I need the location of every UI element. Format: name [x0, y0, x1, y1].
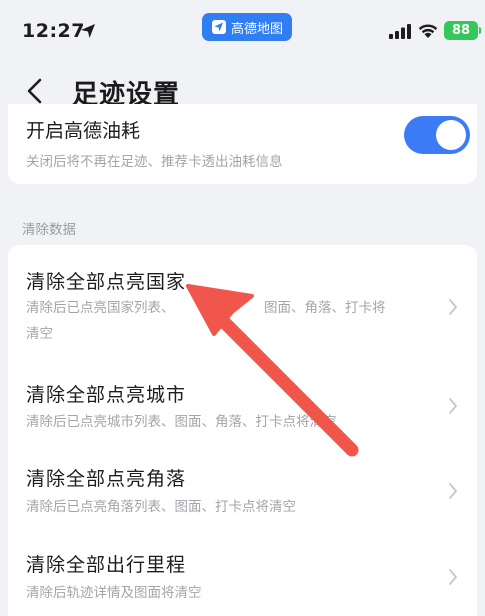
status-time: 12:27: [22, 20, 85, 42]
chevron-right-icon: [449, 398, 457, 414]
list-item-title: 清除全部点亮角落: [26, 468, 187, 490]
cellular-signal-icon: [389, 24, 411, 39]
list-item-clear-countries[interactable]: 清除全部点亮国家 清除后已点亮国家列表、 图面、角落、打卡将 清空: [8, 245, 477, 360]
list-item-clear-corners[interactable]: 清除全部点亮角落 清除后已点亮角落列表、图面、打卡点将清空: [8, 446, 477, 532]
chevron-right-icon: [449, 483, 457, 499]
amap-logo-icon: [211, 20, 226, 34]
location-arrow-icon: [81, 24, 95, 38]
chevron-right-icon: [449, 569, 457, 585]
list-item-title: 清除全部点亮国家: [26, 271, 187, 293]
battery-indicator: 88: [444, 21, 481, 40]
clear-data-card: 清除全部点亮国家 清除后已点亮国家列表、 图面、角落、打卡将 清空 清除全部点亮…: [8, 245, 477, 616]
app-indicator-label: 高德地图: [230, 21, 283, 37]
list-item-title: 清除全部点亮城市: [26, 384, 187, 406]
fuel-setting-title: 开启高德油耗: [26, 120, 141, 142]
list-item-clear-cities[interactable]: 清除全部点亮城市 清除后已点亮城市列表、图面、角落、打卡点将清空: [8, 360, 477, 446]
toggle-knob: [436, 120, 466, 150]
battery-level: 88: [451, 23, 471, 38]
list-item-subtitle: 清除后已点亮国家列表、: [26, 300, 175, 316]
app-indicator-pill[interactable]: 高德地图: [202, 13, 292, 41]
list-item-clear-mileage[interactable]: 清除全部出行里程 清除后轨迹详情及图面将清空: [8, 532, 477, 616]
screen: 12:27 高德地图 88 足迹设置 开启高德油耗 关闭后将不再在足迹、推荐卡透…: [0, 0, 485, 616]
list-item-subtitle-cont: 图面、角落、打卡将: [264, 300, 386, 316]
back-chevron-icon[interactable]: [24, 78, 46, 104]
fuel-setting-subtitle: 关闭后将不再在足迹、推荐卡透出油耗信息: [26, 154, 283, 170]
list-item-subtitle: 清除后已点亮城市列表、图面、角落、打卡点将清空: [26, 414, 337, 430]
chevron-right-icon: [449, 299, 457, 315]
list-item-subtitle-line2: 清空: [26, 326, 53, 342]
list-item-title: 清除全部出行里程: [26, 554, 187, 576]
fuel-toggle-switch[interactable]: [404, 116, 470, 154]
fuel-setting-card: 开启高德油耗 关闭后将不再在足迹、推荐卡透出油耗信息: [8, 104, 477, 184]
list-item-subtitle: 清除后已点亮角落列表、图面、打卡点将清空: [26, 499, 296, 515]
list-item-subtitle: 清除后轨迹详情及图面将清空: [26, 585, 202, 601]
section-label-clear-data: 清除数据: [22, 222, 76, 238]
status-bar: 12:27 高德地图 88: [0, 0, 485, 62]
wifi-icon: [418, 24, 438, 38]
